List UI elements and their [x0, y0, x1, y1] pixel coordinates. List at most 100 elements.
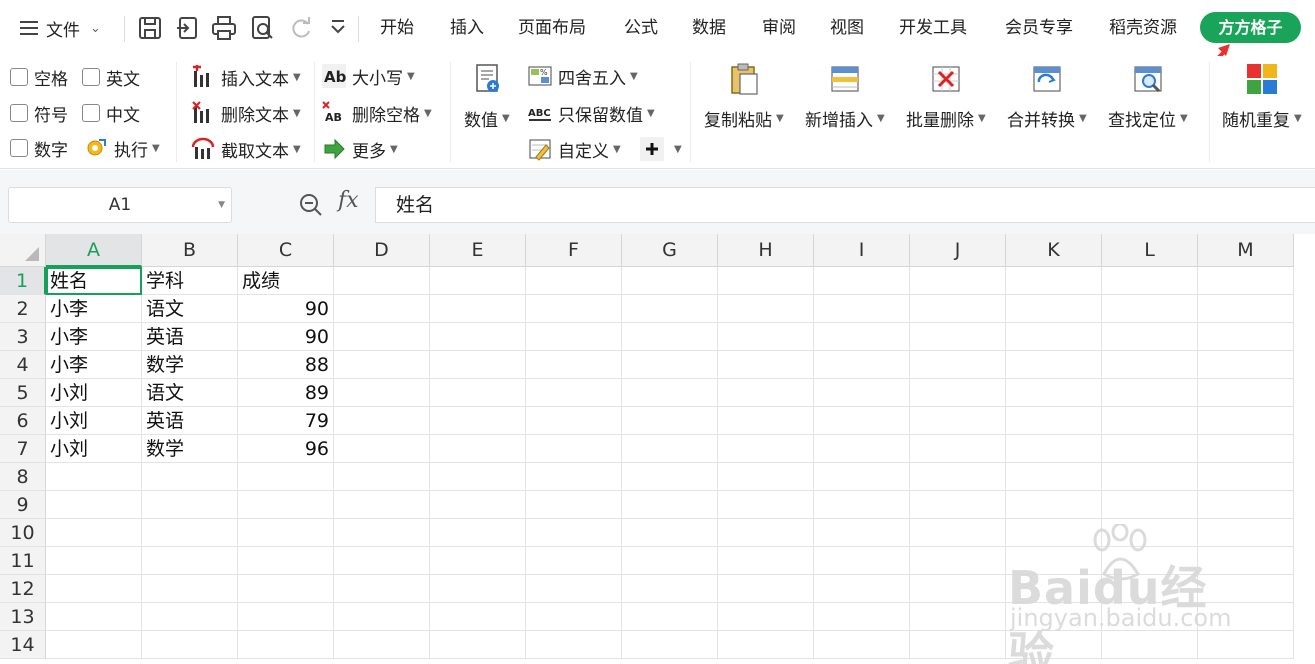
cell-j8[interactable] [910, 463, 1006, 491]
checkbox-english[interactable]: 英文 [82, 65, 140, 90]
cell-c11[interactable] [238, 547, 334, 575]
cell-h13[interactable] [718, 603, 814, 631]
tab-page-layout[interactable]: 页面布局 [518, 0, 586, 56]
batch-delete-button[interactable]: 批量删除 ▼ [906, 62, 986, 131]
cell-d5[interactable] [334, 379, 430, 407]
cell-c10[interactable] [238, 519, 334, 547]
cell-d6[interactable] [334, 407, 430, 435]
checkbox-box[interactable] [10, 139, 28, 157]
cell-i10[interactable] [814, 519, 910, 547]
cell-j11[interactable] [910, 547, 1006, 575]
row-header-8[interactable]: 8 [0, 463, 46, 491]
cell-d13[interactable] [334, 603, 430, 631]
cell-b4[interactable]: 数学 [142, 351, 238, 379]
cell-d4[interactable] [334, 351, 430, 379]
tab-view[interactable]: 视图 [830, 0, 864, 56]
cell-h11[interactable] [718, 547, 814, 575]
cell-a13[interactable] [46, 603, 142, 631]
row-header-4[interactable]: 4 [0, 351, 46, 379]
cell-f11[interactable] [526, 547, 622, 575]
column-header-i[interactable]: I [814, 234, 910, 267]
checkbox-space[interactable]: 空格 [10, 65, 68, 90]
row-header-11[interactable]: 11 [0, 547, 46, 575]
cell-i7[interactable] [814, 435, 910, 463]
cell-b8[interactable] [142, 463, 238, 491]
cell-e14[interactable] [430, 631, 526, 659]
cell-b14[interactable] [142, 631, 238, 659]
cell-b10[interactable] [142, 519, 238, 547]
cell-i9[interactable] [814, 491, 910, 519]
cell-k4[interactable] [1006, 351, 1102, 379]
cell-m8[interactable] [1198, 463, 1294, 491]
cell-k9[interactable] [1006, 491, 1102, 519]
cell-j10[interactable] [910, 519, 1006, 547]
row-header-10[interactable]: 10 [0, 519, 46, 547]
tab-data[interactable]: 数据 [692, 0, 726, 56]
cell-a3[interactable]: 小李 [46, 323, 142, 351]
cell-l7[interactable] [1102, 435, 1198, 463]
cell-d10[interactable] [334, 519, 430, 547]
cell-l6[interactable] [1102, 407, 1198, 435]
cell-c3[interactable]: 90 [238, 323, 334, 351]
tab-home[interactable]: 开始 [380, 0, 414, 56]
cell-e5[interactable] [430, 379, 526, 407]
cell-a10[interactable] [46, 519, 142, 547]
cell-h12[interactable] [718, 575, 814, 603]
tab-insert[interactable]: 插入 [450, 0, 484, 56]
cell-j14[interactable] [910, 631, 1006, 659]
cell-h14[interactable] [718, 631, 814, 659]
cell-l3[interactable] [1102, 323, 1198, 351]
cell-d12[interactable] [334, 575, 430, 603]
cell-c12[interactable] [238, 575, 334, 603]
column-header-j[interactable]: J [910, 234, 1006, 267]
cell-h7[interactable] [718, 435, 814, 463]
cell-b11[interactable] [142, 547, 238, 575]
cell-h4[interactable] [718, 351, 814, 379]
merge-convert-button[interactable]: 合并转换 ▼ [1007, 62, 1087, 131]
cell-e9[interactable] [430, 491, 526, 519]
cell-h9[interactable] [718, 491, 814, 519]
tab-review[interactable]: 审阅 [762, 0, 796, 56]
checkbox-number[interactable]: 数字 [10, 136, 68, 161]
redo-icon[interactable] [286, 14, 314, 42]
cell-k8[interactable] [1006, 463, 1102, 491]
cell-b2[interactable]: 语文 [142, 295, 238, 323]
cell-i6[interactable] [814, 407, 910, 435]
cell-g9[interactable] [622, 491, 718, 519]
column-header-a[interactable]: A [46, 234, 142, 267]
name-box[interactable]: A1 ▼ [8, 187, 232, 223]
column-header-e[interactable]: E [430, 234, 526, 267]
cell-e1[interactable] [430, 267, 526, 295]
cell-l2[interactable] [1102, 295, 1198, 323]
file-menu[interactable]: 文件 ⌄ [20, 0, 101, 56]
cell-a11[interactable] [46, 547, 142, 575]
cell-c9[interactable] [238, 491, 334, 519]
cell-b6[interactable]: 英语 [142, 407, 238, 435]
row-header-6[interactable]: 6 [0, 407, 46, 435]
case-button[interactable]: Ab 大小写 ▼ [322, 63, 415, 89]
cell-e7[interactable] [430, 435, 526, 463]
find-locate-button[interactable]: 查找定位 ▼ [1108, 62, 1188, 131]
cell-g2[interactable] [622, 295, 718, 323]
checkbox-box[interactable] [82, 68, 100, 86]
cell-k7[interactable] [1006, 435, 1102, 463]
delete-space-button[interactable]: AB 删除空格 ▼ [322, 100, 432, 126]
cell-i12[interactable] [814, 575, 910, 603]
column-header-g[interactable]: G [622, 234, 718, 267]
cell-i13[interactable] [814, 603, 910, 631]
cell-j4[interactable] [910, 351, 1006, 379]
print-preview-icon[interactable] [248, 14, 276, 42]
cell-g6[interactable] [622, 407, 718, 435]
cell-f3[interactable] [526, 323, 622, 351]
cell-b3[interactable]: 英语 [142, 323, 238, 351]
insert-text-button[interactable]: 插入文本 ▼ [191, 64, 301, 90]
cell-l5[interactable] [1102, 379, 1198, 407]
cell-h1[interactable] [718, 267, 814, 295]
cell-h6[interactable] [718, 407, 814, 435]
cell-h8[interactable] [718, 463, 814, 491]
cell-e12[interactable] [430, 575, 526, 603]
cell-k6[interactable] [1006, 407, 1102, 435]
cell-b5[interactable]: 语文 [142, 379, 238, 407]
cell-f14[interactable] [526, 631, 622, 659]
save-icon[interactable] [136, 14, 164, 42]
